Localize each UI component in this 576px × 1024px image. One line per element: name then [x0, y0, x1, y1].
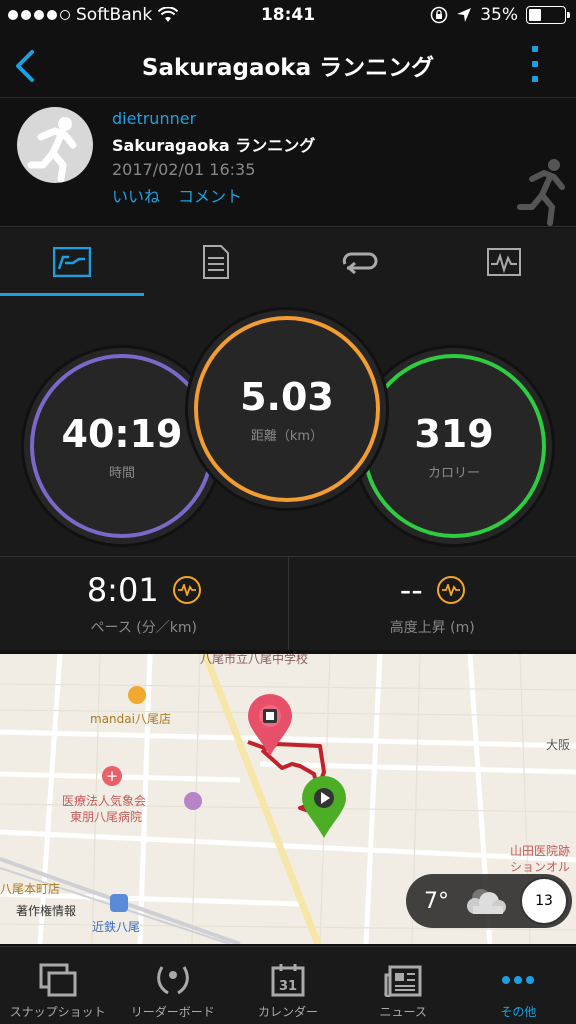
pace-label: ペース (分／km): [90, 619, 197, 636]
chart-icon: [487, 248, 521, 276]
comment-link[interactable]: コメント: [178, 183, 242, 207]
map-label-yaohonmachi: 八尾本町店: [0, 882, 61, 896]
laps-loop-icon: [342, 252, 378, 274]
map-label-kintetsu: 近鉄八尾: [92, 920, 141, 934]
tab-calendar[interactable]: 31 カレンダー: [230, 947, 345, 1024]
tab-laps[interactable]: [288, 228, 432, 296]
calendar-icon: 31: [271, 964, 305, 997]
calendar-day: 31: [279, 979, 297, 994]
pace-stat[interactable]: 8:01 ペース (分／km): [0, 557, 289, 650]
tab-leaderboard-label: リーダーボード: [130, 1005, 215, 1019]
overview-icon: [53, 247, 91, 277]
map-label-mandai: mandai八尾店: [90, 712, 171, 726]
map-label-school: 八尾市立八尾中学校: [200, 654, 309, 666]
tab-news[interactable]: ニュース: [346, 947, 461, 1024]
map-label-yamada1: 山田医院跡: [510, 844, 571, 858]
page-title: Sakuragaoka ランニング: [141, 55, 435, 81]
distance-ring: [194, 316, 380, 502]
activity-header: dietrunner Sakuragaoka ランニング 2017/02/01 …: [0, 99, 576, 227]
avatar[interactable]: [17, 107, 93, 183]
tab-news-label: ニュース: [379, 1005, 427, 1019]
elevation-stat[interactable]: -- 高度上昇 (m): [289, 557, 576, 650]
bottom-tab-bar: スナップショット リーダーボード 31 カレンダー ニュース その他: [0, 946, 576, 1024]
elevation-label: 高度上昇 (m): [389, 619, 475, 636]
nav-bar: Sakuragaoka ランニング: [0, 32, 576, 98]
orientation-lock-icon: [430, 6, 448, 24]
map-label-osaka: 大阪: [546, 738, 571, 752]
tab-calendar-label: カレンダー: [258, 1005, 319, 1019]
battery-percent: 35%: [480, 5, 518, 25]
activity-tabs: [0, 228, 576, 296]
snapshot-icon: [39, 963, 77, 997]
map-label-hospital2: 東朋八尾病院: [70, 810, 143, 824]
status-right: 35%: [430, 5, 570, 25]
cloud-icon: [467, 889, 506, 914]
more-options-icon[interactable]: [532, 46, 540, 82]
tab-details[interactable]: [144, 228, 288, 296]
stats-panel: 40:19 時間 319 カロリー 5.03 距離（km）: [0, 296, 576, 556]
pace-value: 8:01: [86, 570, 159, 609]
running-activity-icon: [517, 159, 565, 226]
tab-overview[interactable]: [0, 228, 144, 296]
activity-name: Sakuragaoka ランニング: [112, 136, 316, 155]
activity-username[interactable]: dietrunner: [112, 109, 315, 128]
map-label-yamada2: ションオル: [510, 860, 571, 874]
wind-speed: 13: [535, 893, 553, 909]
wind-indicator: 13: [520, 877, 568, 925]
distance-stat-circle[interactable]: 5.03 距離（km）: [188, 310, 386, 508]
status-bar: SoftBank 18:41 35%: [0, 0, 576, 32]
document-icon: [203, 245, 229, 279]
battery-icon: [526, 6, 570, 24]
tab-snapshot[interactable]: スナップショット: [0, 947, 115, 1024]
hospital-icon: +: [102, 766, 122, 786]
tab-more-label: その他: [500, 1005, 537, 1019]
tab-leaderboard[interactable]: リーダーボード: [115, 947, 230, 1024]
runner-avatar-icon: [27, 117, 77, 183]
tab-more[interactable]: その他: [461, 947, 576, 1024]
news-icon: [384, 965, 422, 997]
activity-actions: いいね コメント: [112, 183, 315, 207]
tab-charts[interactable]: [432, 228, 576, 296]
activity-datetime: 2017/02/01 16:35: [112, 160, 256, 179]
sub-stats: 8:01 ペース (分／km) -- 高度上昇 (m): [0, 556, 576, 650]
weather-temperature: 7°: [424, 888, 449, 914]
elevation-value: --: [399, 570, 423, 609]
map-copyright-link[interactable]: 著作権情報: [16, 902, 76, 919]
tab-snapshot-label: スナップショット: [9, 1005, 106, 1019]
start-pin-icon[interactable]: [300, 776, 348, 840]
shop-icon: [128, 686, 146, 704]
laurel-icon: [156, 966, 189, 995]
more-dots-icon: [502, 976, 535, 984]
location-arrow-icon: [457, 8, 472, 22]
map-label-hospital1: 医療法人気象会: [62, 794, 147, 808]
pulse-icon: [172, 575, 201, 604]
activity-info: dietrunner Sakuragaoka ランニング 2017/02/01 …: [112, 109, 315, 207]
map-poi-icon: [184, 792, 202, 810]
train-station-icon: [110, 894, 128, 912]
end-pin-icon[interactable]: [246, 694, 294, 758]
weather-widget[interactable]: 7° 13: [406, 874, 572, 928]
pulse-icon: [436, 575, 465, 604]
like-link[interactable]: いいね: [112, 183, 160, 207]
